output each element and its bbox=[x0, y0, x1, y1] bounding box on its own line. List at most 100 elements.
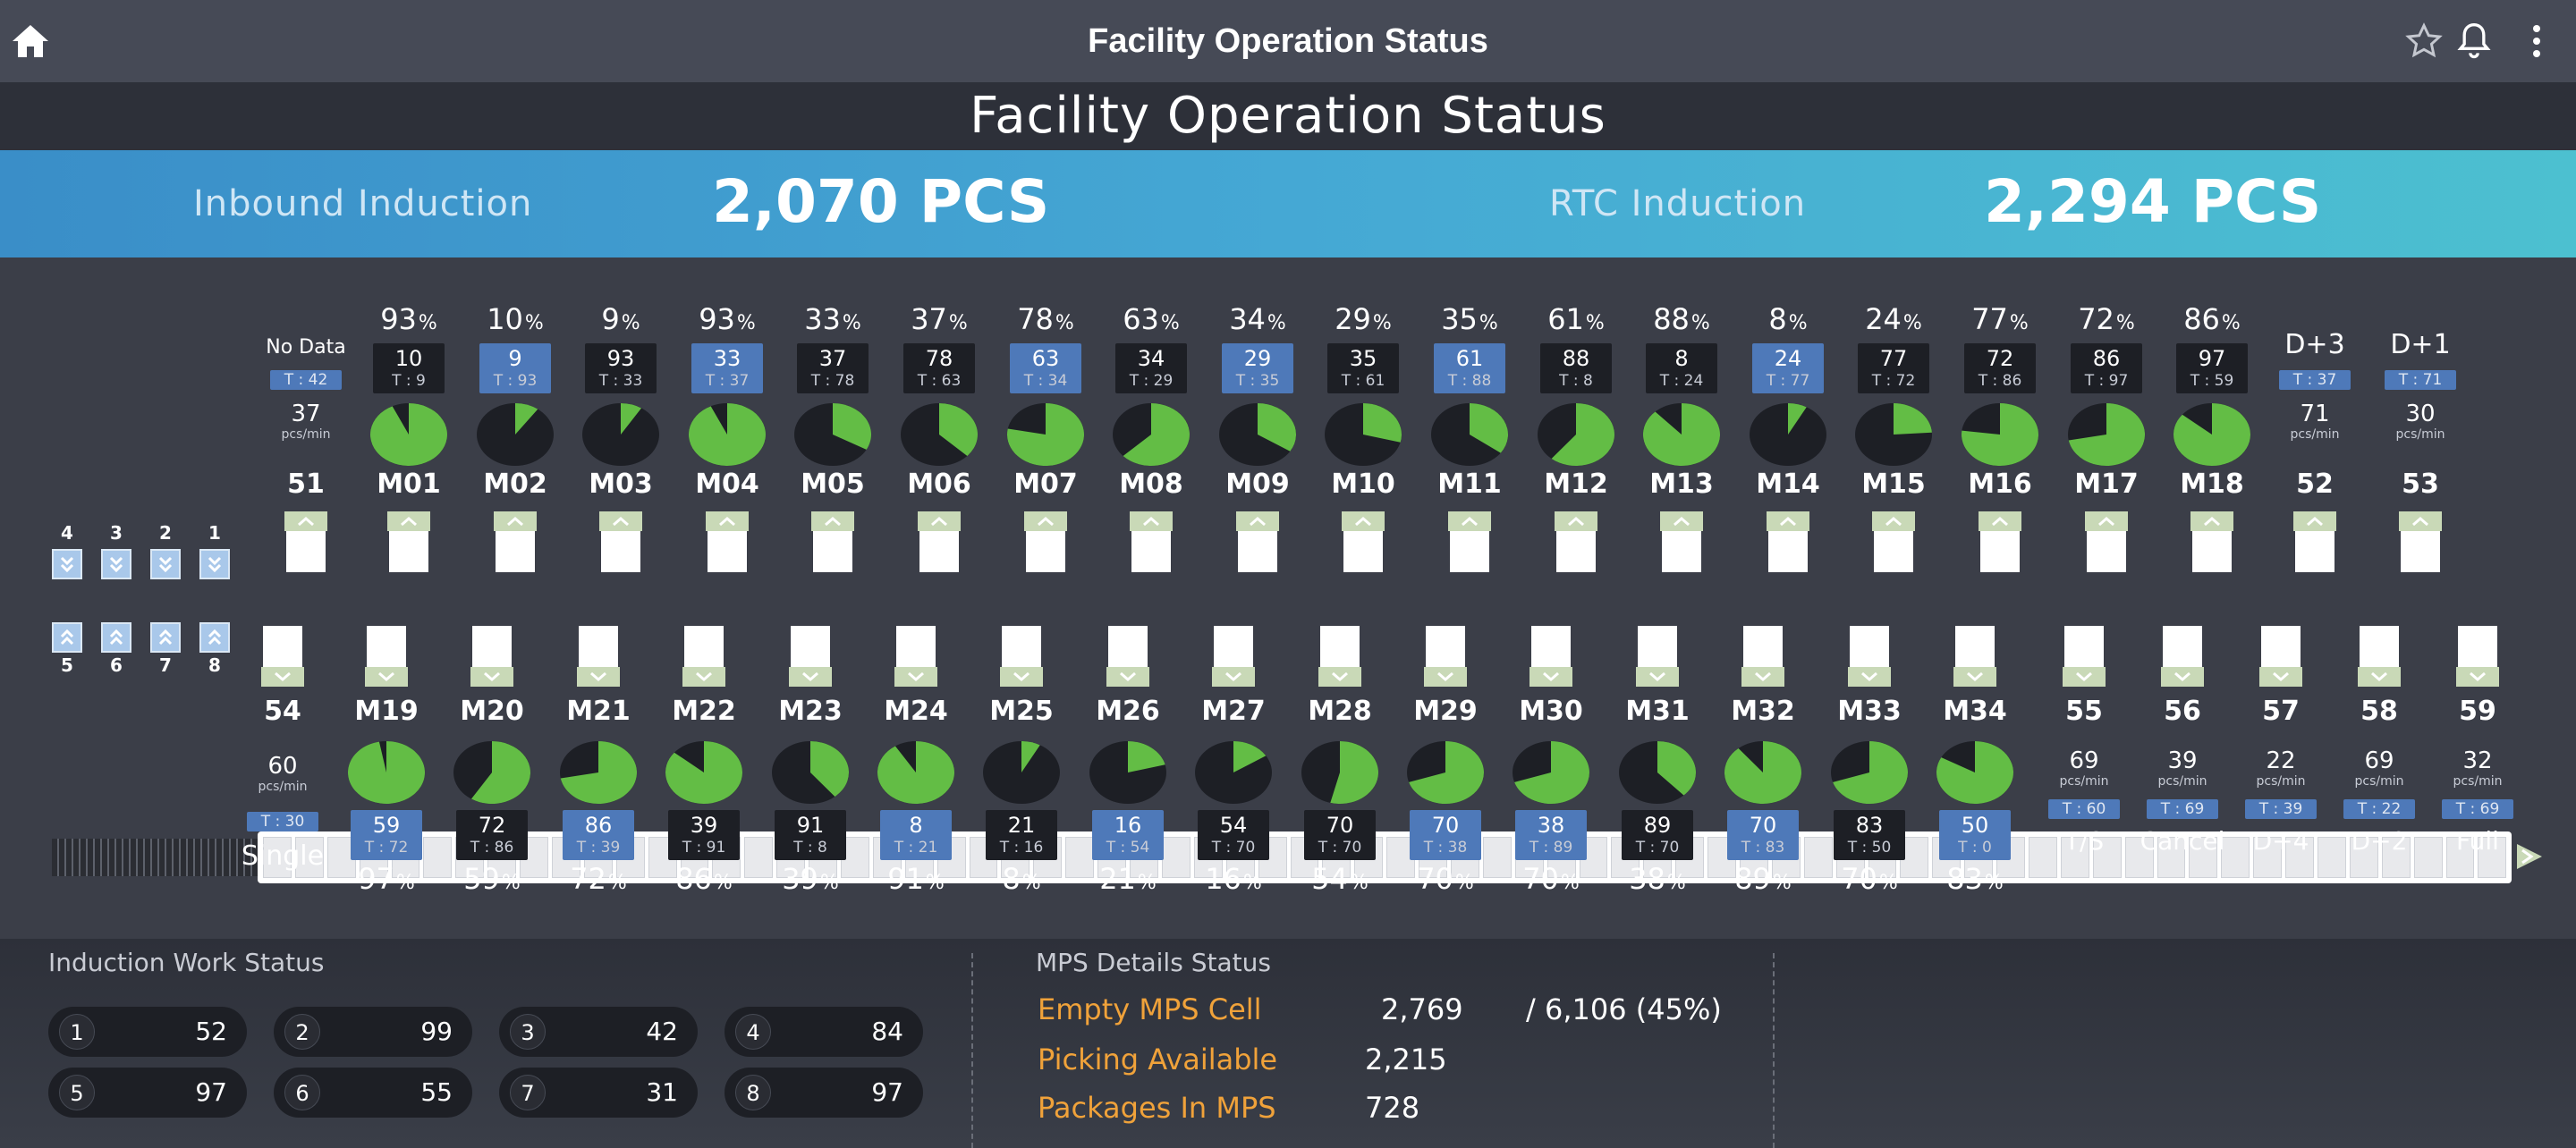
sorter-up-button[interactable] bbox=[199, 622, 230, 653]
machine-count-box[interactable]: 70 T : 70 bbox=[1304, 810, 1376, 860]
sorter-up-button[interactable] bbox=[101, 622, 131, 653]
machine-count-box[interactable]: 78 T : 63 bbox=[903, 343, 975, 393]
induction-work-item[interactable]: 6 55 bbox=[274, 1068, 472, 1118]
machine-count-box[interactable]: 97 T : 59 bbox=[2176, 343, 2248, 393]
fill-pie bbox=[1643, 403, 1721, 466]
machine-label[interactable]: M16 bbox=[1946, 468, 2054, 500]
machine-label[interactable]: M10 bbox=[1309, 468, 1417, 500]
machine-count-box[interactable]: 61 T : 88 bbox=[1434, 343, 1505, 393]
induction-work-item[interactable]: 2 99 bbox=[274, 1007, 472, 1057]
machine-count-box[interactable]: 86 T : 97 bbox=[2071, 343, 2142, 393]
machine-label[interactable]: M21 bbox=[545, 696, 652, 727]
machine-label[interactable]: M03 bbox=[567, 468, 674, 500]
machine-label[interactable]: M30 bbox=[1497, 696, 1605, 727]
machine-count-box[interactable]: 10 T : 9 bbox=[373, 343, 445, 393]
machine-label[interactable]: M09 bbox=[1204, 468, 1311, 500]
induction-work-item[interactable]: 7 31 bbox=[499, 1068, 698, 1118]
machine-label[interactable]: M13 bbox=[1628, 468, 1735, 500]
machine-label[interactable]: M28 bbox=[1286, 696, 1394, 727]
machine-label[interactable]: M22 bbox=[650, 696, 758, 727]
machine-label[interactable]: M05 bbox=[779, 468, 886, 500]
machine-label[interactable]: M01 bbox=[355, 468, 462, 500]
machine-label[interactable]: M19 bbox=[333, 696, 440, 727]
machine-count-box[interactable]: 24 T : 77 bbox=[1752, 343, 1824, 393]
machine-label[interactable]: M23 bbox=[757, 696, 864, 727]
sorter-down-button[interactable] bbox=[150, 549, 181, 579]
machine-label[interactable]: M27 bbox=[1180, 696, 1287, 727]
induction-work-item[interactable]: 3 42 bbox=[499, 1007, 698, 1057]
machine-count-box[interactable]: 21 T : 16 bbox=[986, 810, 1057, 860]
machine-count-box[interactable]: 39 T : 91 bbox=[668, 810, 740, 860]
count-value: 93 bbox=[606, 346, 635, 371]
fill-percent: 86% bbox=[2163, 302, 2261, 336]
machine-count-box[interactable]: 59 T : 72 bbox=[351, 810, 422, 860]
induction-work-item[interactable]: 5 97 bbox=[48, 1068, 247, 1118]
machine-count-box[interactable]: 54 T : 70 bbox=[1198, 810, 1269, 860]
machine-count-box[interactable]: 34 T : 29 bbox=[1115, 343, 1187, 393]
sorter-down-button[interactable] bbox=[52, 549, 82, 579]
machine-label[interactable]: M32 bbox=[1709, 696, 1817, 727]
machine-label[interactable]: M25 bbox=[968, 696, 1075, 727]
machine-count-box[interactable]: 8T : 24 bbox=[1646, 343, 1717, 393]
induction-work-item[interactable]: 1 52 bbox=[48, 1007, 247, 1057]
machine-count-box[interactable]: 88 T : 8 bbox=[1540, 343, 1612, 393]
chute bbox=[2458, 626, 2497, 667]
app-bar: Facility Operation Status bbox=[0, 0, 2576, 83]
machine-count-box[interactable]: 33 T : 37 bbox=[691, 343, 763, 393]
machine-count-box[interactable]: 91 T : 8 bbox=[775, 810, 846, 860]
fill-pie bbox=[2068, 403, 2145, 466]
machine-count-box[interactable]: 38 T : 89 bbox=[1515, 810, 1587, 860]
machine-label[interactable]: M26 bbox=[1074, 696, 1182, 727]
more-options-icon[interactable] bbox=[2510, 14, 2563, 68]
machine-count-box[interactable]: 70 T : 38 bbox=[1410, 810, 1481, 860]
machine-label[interactable]: M11 bbox=[1416, 468, 1523, 500]
machine-count-box[interactable]: 37 T : 78 bbox=[797, 343, 869, 393]
machine-count-box[interactable]: 70 T : 83 bbox=[1727, 810, 1799, 860]
machine-count-box[interactable]: 72 T : 86 bbox=[456, 810, 528, 860]
machine-label[interactable]: M12 bbox=[1522, 468, 1630, 500]
rate-unit: pcs/min bbox=[2395, 427, 2445, 442]
machine-label[interactable]: M18 bbox=[2158, 468, 2266, 500]
machine-label[interactable]: M08 bbox=[1097, 468, 1205, 500]
machine-count-box[interactable]: 86 T : 39 bbox=[563, 810, 634, 860]
star-icon[interactable] bbox=[2397, 14, 2451, 68]
sorter-up-button[interactable] bbox=[150, 622, 181, 653]
machine-label[interactable]: M29 bbox=[1392, 696, 1499, 727]
sorter-down-button[interactable] bbox=[101, 549, 131, 579]
machine-count-box[interactable]: 93 T : 33 bbox=[585, 343, 657, 393]
station-status: No Data bbox=[266, 336, 346, 359]
machine-label[interactable]: M14 bbox=[1734, 468, 1842, 500]
machine-label[interactable]: M20 bbox=[438, 696, 546, 727]
machine-count-box[interactable]: 8T : 21 bbox=[880, 810, 952, 860]
percent-unit: % bbox=[1585, 312, 1605, 334]
machine-label[interactable]: M04 bbox=[674, 468, 781, 500]
machine-label[interactable]: M17 bbox=[2053, 468, 2160, 500]
fill-pie bbox=[1089, 741, 1166, 804]
machine-count-box[interactable]: 72 T : 86 bbox=[1964, 343, 2036, 393]
machine-count-box[interactable]: 29 T : 35 bbox=[1222, 343, 1293, 393]
induction-work-item[interactable]: 8 97 bbox=[724, 1068, 923, 1118]
machine-label[interactable]: M31 bbox=[1604, 696, 1711, 727]
machine-label[interactable]: M33 bbox=[1816, 696, 1923, 727]
machine-count-box[interactable]: 83 T : 50 bbox=[1834, 810, 1905, 860]
machine-count-box[interactable]: 16 T : 54 bbox=[1092, 810, 1164, 860]
fill-pie bbox=[1750, 403, 1826, 466]
rate-unit: pcs/min bbox=[2256, 774, 2306, 789]
machine-count-box[interactable]: 89 T : 70 bbox=[1622, 810, 1693, 860]
sorter-number: 7 bbox=[159, 654, 172, 676]
machine-label[interactable]: M02 bbox=[462, 468, 569, 500]
machine-label[interactable]: M06 bbox=[886, 468, 993, 500]
machine-count-box[interactable]: 35 T : 61 bbox=[1327, 343, 1399, 393]
machine-count-box[interactable]: 9T : 93 bbox=[479, 343, 551, 393]
sorter-down-button[interactable] bbox=[199, 549, 230, 579]
sorter-up-button[interactable] bbox=[52, 622, 82, 653]
machine-count-box[interactable]: 50 T : 0 bbox=[1939, 810, 2011, 860]
machine-count-box[interactable]: 77 T : 72 bbox=[1858, 343, 1929, 393]
machine-label[interactable]: M24 bbox=[862, 696, 970, 727]
machine-count-box[interactable]: 63 T : 34 bbox=[1010, 343, 1081, 393]
bell-icon[interactable] bbox=[2447, 14, 2501, 68]
machine-label[interactable]: M34 bbox=[1921, 696, 2029, 727]
machine-label[interactable]: M07 bbox=[992, 468, 1099, 500]
induction-work-item[interactable]: 4 84 bbox=[724, 1007, 923, 1057]
machine-label[interactable]: M15 bbox=[1840, 468, 1947, 500]
